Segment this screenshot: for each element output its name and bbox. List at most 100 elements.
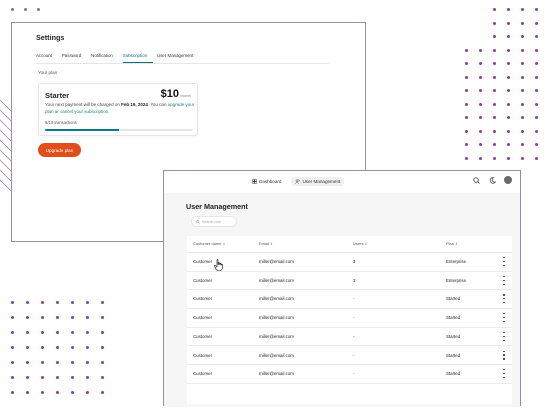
search-icon[interactable] — [472, 176, 480, 184]
tabs-divider — [36, 63, 329, 64]
avatar[interactable] — [504, 176, 512, 184]
plan-next-payment-date: Feb 19, 2024 — [121, 102, 148, 107]
table-row[interactable]: Customer miller@email.com - Started — [187, 309, 512, 328]
table-row[interactable]: Customer miller@email.com - Started — [187, 347, 512, 366]
decorative-dot — [493, 156, 496, 160]
decorative-dot — [41, 346, 44, 349]
nav-dashboard[interactable]: Dashboard — [248, 177, 285, 186]
cell-users: - — [353, 352, 355, 358]
cell-email: miller@email.com — [259, 277, 294, 283]
tab-notification[interactable]: Notification — [91, 53, 119, 63]
row-menu-kebab-icon[interactable] — [502, 313, 506, 323]
plan-usage: 5/10 transactions — [45, 120, 77, 125]
decorative-dot — [11, 361, 14, 364]
decorative-dot — [465, 62, 468, 65]
decorative-dot — [41, 301, 44, 304]
plan-desc-end: . — [108, 108, 110, 114]
decorative-dot — [493, 62, 496, 65]
decorative-dot — [507, 156, 510, 160]
row-menu-kebab-icon[interactable] — [502, 294, 506, 304]
table-row[interactable]: Customer miller@email.com 3 Enterprise — [187, 253, 512, 272]
decorative-dot — [535, 48, 538, 52]
decorative-dot — [479, 89, 482, 92]
tab-subscription[interactable]: Subscription — [122, 53, 154, 63]
decorative-dot — [26, 301, 29, 304]
kebab-dot — [503, 294, 505, 296]
decorative-dot — [521, 8, 524, 11]
decorative-dot — [479, 143, 482, 146]
kebab-dot — [503, 354, 505, 356]
decorative-dot — [521, 35, 524, 38]
cancel-subscription-link[interactable]: cancel your subscription — [60, 109, 108, 114]
dark-mode-moon-icon[interactable] — [488, 176, 496, 184]
kebab-dot — [503, 331, 505, 333]
upgrade-plan-button[interactable]: Upgrade plan — [38, 143, 81, 157]
decorative-dot — [521, 102, 524, 106]
cell-customer-name: Customer — [193, 315, 213, 321]
decorative-dot — [71, 346, 74, 349]
hand-cursor-icon — [214, 259, 223, 271]
cell-users: - — [353, 315, 355, 321]
decorative-dot — [56, 331, 59, 334]
decorative-dot — [71, 316, 74, 319]
decorative-dot — [521, 156, 524, 160]
decorative-dot — [56, 301, 59, 304]
column-header-label: Plan — [446, 241, 455, 246]
kebab-dot — [503, 275, 505, 277]
decorative-dot — [535, 35, 538, 38]
row-menu-kebab-icon[interactable] — [502, 257, 506, 266]
decorative-dot — [86, 346, 89, 349]
decorative-dot — [56, 361, 59, 364]
decorative-dot — [535, 102, 538, 106]
decorative-dot — [507, 102, 510, 106]
table-row[interactable]: Customer miller@email.com 3 Enterprise — [187, 272, 512, 291]
kebab-dot — [503, 377, 505, 379]
decorative-dot — [37, 8, 40, 11]
row-menu-kebab-icon[interactable] — [502, 331, 506, 341]
tab-user-management[interactable]: User Management — [157, 53, 199, 63]
tab-account[interactable]: Account — [36, 53, 58, 63]
plan-price: $10 /month — [161, 88, 191, 100]
decorative-dot — [101, 316, 104, 319]
cell-users: - — [353, 333, 355, 339]
decorative-dot — [465, 129, 468, 133]
column-header-plan[interactable]: Plan ⇕ — [446, 241, 458, 246]
kebab-dot — [503, 335, 505, 337]
page-title: User Management — [186, 202, 248, 211]
decorative-dot — [479, 129, 482, 133]
row-menu-kebab-icon[interactable] — [502, 369, 506, 379]
nav-user-management[interactable]: User Management — [291, 177, 345, 186]
decorative-dot — [493, 102, 496, 106]
decorative-dot — [479, 75, 482, 79]
cell-email: miller@email.com — [259, 315, 294, 321]
cell-users: 3 — [353, 259, 356, 264]
decorative-dot — [493, 35, 496, 38]
column-header-email[interactable]: Email ⇕ — [259, 241, 273, 246]
column-header-customer-name[interactable]: Customer name ⇕ — [193, 241, 225, 246]
sort-icon: ⇕ — [364, 241, 368, 246]
table-row[interactable]: Customer miller@email.com - Started — [187, 290, 512, 310]
kebab-dot — [503, 317, 505, 319]
cell-plan: Started — [446, 333, 461, 339]
decorative-dot — [535, 8, 538, 11]
row-menu-kebab-icon[interactable] — [502, 275, 506, 285]
table-row[interactable]: Customer miller@email.com - Started — [187, 328, 512, 347]
cell-customer-name: Customer — [193, 296, 213, 302]
usage-progress-fill — [45, 129, 119, 131]
search-field[interactable] — [191, 216, 237, 227]
column-header-users[interactable]: Users ⇕ — [353, 241, 367, 246]
search-input[interactable] — [202, 219, 236, 224]
decorative-dot — [86, 376, 89, 379]
row-menu-kebab-icon[interactable] — [502, 350, 506, 360]
tab-password[interactable]: Password — [62, 53, 87, 63]
decorative-dot — [507, 62, 510, 65]
cell-plan: Enterprise — [446, 259, 467, 264]
kebab-dot — [503, 320, 505, 323]
kebab-dot — [503, 283, 505, 285]
decorative-dot — [535, 129, 538, 133]
table-row[interactable]: Customer miller@email.com - Started — [187, 365, 512, 384]
decorative-dot — [101, 391, 104, 394]
decorative-dot — [521, 89, 524, 92]
your-plan-label: Your plan — [38, 70, 58, 75]
decorative-dot — [11, 331, 14, 334]
